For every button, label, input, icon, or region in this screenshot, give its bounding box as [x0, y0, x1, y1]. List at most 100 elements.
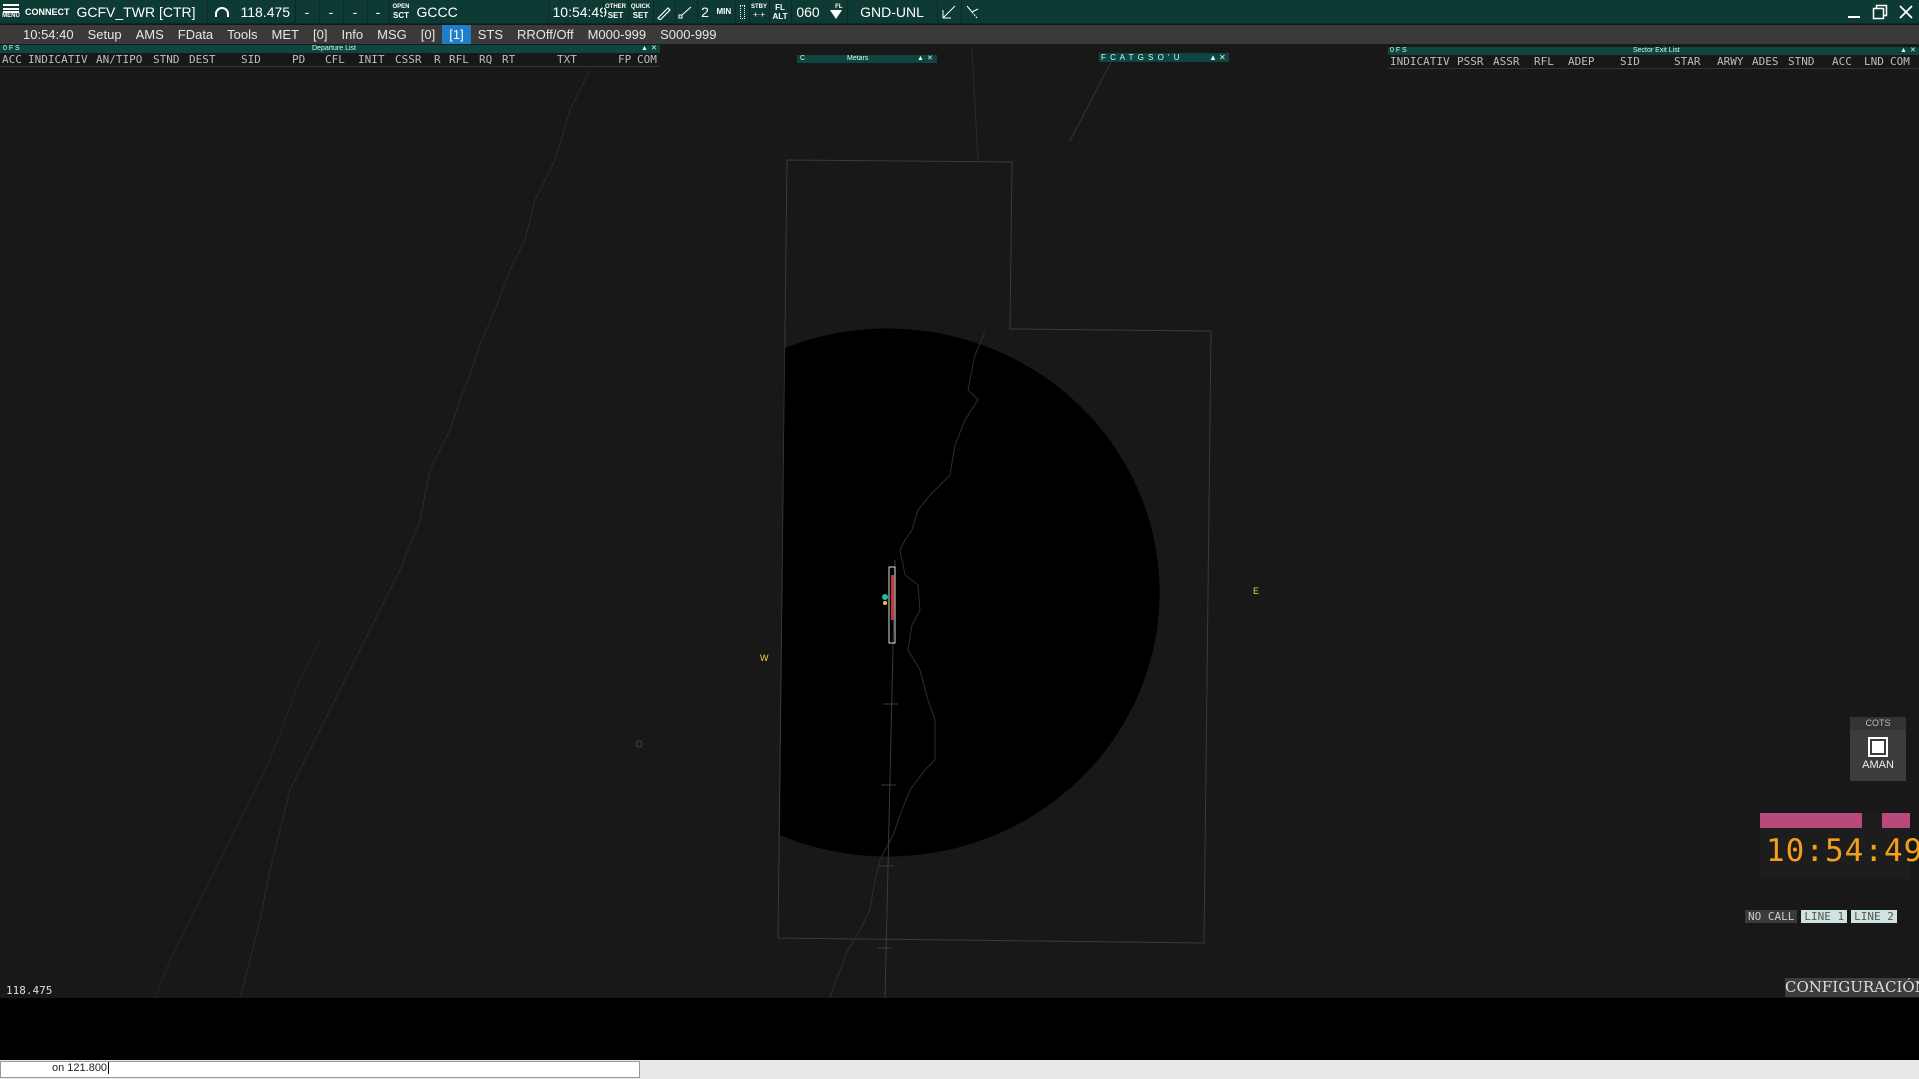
- primary-frequency[interactable]: 118.475: [237, 0, 295, 24]
- minimize-button[interactable]: [1841, 0, 1867, 24]
- menu-msg[interactable]: MSG: [370, 25, 414, 44]
- freq-slot-3[interactable]: -: [342, 0, 367, 24]
- col-rfl[interactable]: RFL: [1534, 55, 1554, 68]
- altitude-value[interactable]: 060: [790, 0, 825, 24]
- range-rings-button[interactable]: [734, 0, 749, 24]
- col-cfl[interactable]: CFL: [325, 53, 345, 66]
- collapse-icon[interactable]: ▲: [1209, 53, 1217, 62]
- departure-list-titlebar[interactable]: 0 F S Departure List ▲ ✕: [0, 45, 660, 53]
- command-input[interactable]: on 121.800: [0, 1061, 640, 1078]
- fl-alt-button[interactable]: FL ALT: [768, 0, 791, 24]
- menu-button[interactable]: MENU: [0, 0, 22, 24]
- aman-checkbox[interactable]: [1868, 737, 1888, 757]
- close-icon[interactable]: ✕: [651, 45, 657, 53]
- col-sid[interactable]: SID: [241, 53, 261, 66]
- quick-set-button[interactable]: QUICK SET: [627, 0, 653, 24]
- stby-button[interactable]: STBY +·+: [748, 0, 769, 24]
- menu-fdata[interactable]: FData: [171, 25, 220, 44]
- col-dest[interactable]: DEST: [189, 53, 216, 66]
- close-button[interactable]: [1893, 0, 1919, 24]
- other-set-button[interactable]: OTHER SET: [602, 0, 628, 24]
- freq-slot-4[interactable]: -: [366, 0, 389, 24]
- menu-msg-count[interactable]: [0]: [414, 25, 442, 44]
- col-stnd[interactable]: STND: [1788, 55, 1815, 68]
- rbl-tool-button[interactable]: [936, 0, 961, 24]
- route-tool-button[interactable]: [960, 0, 985, 24]
- level-filter[interactable]: GND-UNL: [846, 0, 937, 24]
- menu-setup[interactable]: Setup: [81, 25, 129, 44]
- line-2-button[interactable]: LINE 2: [1851, 910, 1897, 923]
- col-assr[interactable]: ASSR: [1493, 55, 1520, 68]
- col-txt[interactable]: TXT: [557, 53, 577, 66]
- collapse-icon[interactable]: ▲: [1900, 47, 1907, 55]
- menu-sts[interactable]: STS: [471, 25, 510, 44]
- close-icon[interactable]: ✕: [927, 55, 933, 63]
- col-init[interactable]: INIT: [358, 53, 385, 66]
- top-toolbar: MENU CONNECT GCFV_TWR [CTR] 118.475 - - …: [0, 0, 1919, 24]
- fl-toggle-button[interactable]: FL: [825, 0, 847, 24]
- col-ades[interactable]: ADES: [1752, 55, 1779, 68]
- col-rq[interactable]: RQ: [479, 53, 492, 66]
- col-com[interactable]: COM: [1890, 55, 1910, 68]
- menu-tools[interactable]: Tools: [220, 25, 264, 44]
- col-pd[interactable]: PD: [292, 53, 305, 66]
- menu-met-count[interactable]: [0]: [306, 25, 334, 44]
- menu-ams[interactable]: AMS: [129, 25, 171, 44]
- freq-slot-2[interactable]: -: [318, 0, 343, 24]
- open-sct-button[interactable]: OPEN SCT: [388, 0, 413, 24]
- sector-exit-titlebar[interactable]: 0 F S Sector Exit List ▲ ✕: [1388, 47, 1919, 55]
- cots-aman-widget[interactable]: COTS AMAN: [1850, 717, 1906, 781]
- dotted-box-icon: [739, 4, 745, 19]
- metars-window[interactable]: C Metars ▲ ✕: [797, 55, 937, 63]
- col-lnd[interactable]: LND: [1864, 55, 1884, 68]
- menu-mode-a-filter[interactable]: M000-999: [581, 25, 654, 44]
- col-acc[interactable]: ACC: [2, 53, 22, 66]
- aircraft-symbol[interactable]: [882, 594, 888, 600]
- col-stnd[interactable]: STND: [153, 53, 180, 66]
- atis-titlebar[interactable]: F C A T G S O ' U ▲ ✕: [1099, 53, 1229, 62]
- departure-list[interactable]: 0 F S Departure List ▲ ✕ ACC INDICATIV A…: [0, 45, 660, 69]
- close-icon[interactable]: ✕: [1219, 53, 1226, 62]
- configuracion-button[interactable]: CONFIGURACIÓN: [1785, 978, 1919, 997]
- freq-slot-1[interactable]: -: [294, 0, 319, 24]
- radar-map[interactable]: W E: [0, 44, 1919, 998]
- connect-button[interactable]: CONNECT: [22, 0, 73, 24]
- col-fp[interactable]: FP: [618, 53, 631, 66]
- menu-rroff[interactable]: RROff/Off: [510, 25, 581, 44]
- line-1-button[interactable]: LINE 1: [1801, 910, 1848, 923]
- collapse-icon[interactable]: ▲: [917, 55, 924, 63]
- col-cssr[interactable]: CSSR: [395, 53, 422, 66]
- rbl-icon: [941, 4, 957, 20]
- menu-met[interactable]: MET: [265, 25, 306, 44]
- menu-mode-s-filter[interactable]: S000-999: [653, 25, 723, 44]
- close-icon[interactable]: ✕: [1910, 47, 1916, 55]
- collapse-icon[interactable]: ▲: [641, 45, 648, 53]
- aircraft-symbol-2[interactable]: [883, 601, 887, 605]
- headset-button[interactable]: [206, 0, 237, 24]
- col-adep[interactable]: ADEP: [1568, 55, 1595, 68]
- col-indicativ[interactable]: INDICATIV: [28, 53, 88, 66]
- col-indicativ[interactable]: INDICATIV: [1390, 55, 1450, 68]
- col-star[interactable]: STAR: [1674, 55, 1701, 68]
- col-arwy[interactable]: ARWY: [1717, 55, 1744, 68]
- col-sid[interactable]: SID: [1620, 55, 1640, 68]
- metars-titlebar[interactable]: C Metars ▲ ✕: [797, 55, 937, 63]
- waypoint-marker[interactable]: [635, 740, 643, 748]
- menu-info[interactable]: Info: [334, 25, 370, 44]
- col-r[interactable]: R: [434, 53, 441, 66]
- col-com[interactable]: COM: [637, 53, 657, 66]
- measure-tool-button[interactable]: [674, 0, 697, 24]
- menu-active-count[interactable]: [1]: [442, 25, 471, 44]
- apron: [891, 575, 894, 620]
- atis-window[interactable]: F C A T G S O ' U ▲ ✕: [1099, 53, 1229, 62]
- col-rt[interactable]: RT: [502, 53, 515, 66]
- pencil-tool-button[interactable]: [652, 0, 675, 24]
- departure-list-title: Departure List: [312, 45, 356, 52]
- col-pssr[interactable]: PSSR: [1457, 55, 1484, 68]
- col-acc[interactable]: ACC: [1832, 55, 1852, 68]
- min-value[interactable]: 2: [696, 0, 713, 24]
- sector-exit-list[interactable]: 0 F S Sector Exit List ▲ ✕ INDICATIV PSS…: [1388, 47, 1919, 71]
- col-an-tipo[interactable]: AN/TIPO: [96, 53, 142, 66]
- col-rfl[interactable]: RFL: [449, 53, 469, 66]
- maximize-button[interactable]: [1867, 0, 1893, 24]
